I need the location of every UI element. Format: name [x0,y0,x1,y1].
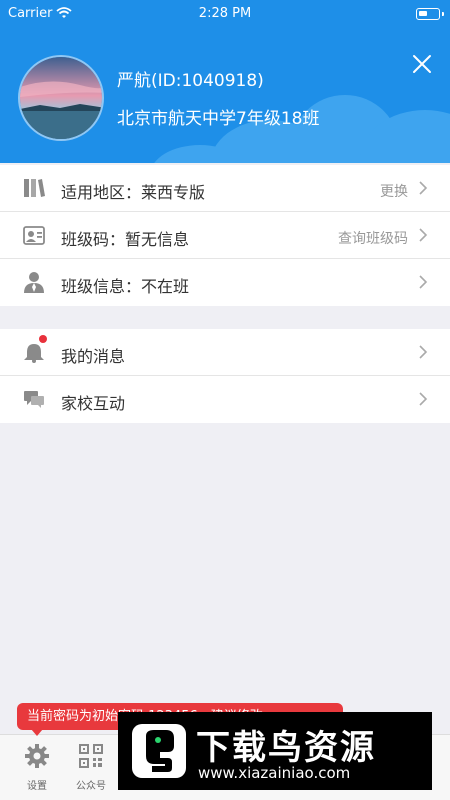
tab-settings-label: 设置 [27,781,47,792]
class-code-row[interactable]: 班级码：暂无信息 查询班级码 [0,212,450,259]
person-icon [24,272,44,293]
tab-settings[interactable]: 设置 [10,735,64,800]
messages-label: 我的消息 [61,347,126,366]
region-row[interactable]: 适用地区：莱西专版 更换 [0,165,450,212]
battery-icon [416,8,444,20]
status-bar: Carrier 2:28 PM [0,0,450,28]
bird-logo-icon [132,724,186,778]
profile-header: Carrier 2:28 PM 严航(ID:1040918) 北京市航天中学7年… [0,0,450,163]
toast-pointer [31,729,43,736]
home-school-label: 家校互动 [61,394,126,413]
tab-official-account-label: 公众号 [76,781,106,792]
watermark-url: www.xiazainiao.com [198,764,351,782]
qrcode-icon [79,744,103,768]
tab-official-account[interactable]: 公众号 [64,735,118,800]
change-region-link[interactable]: 更换 [380,181,408,201]
home-school-row[interactable]: 家校互动 [0,376,450,423]
clock: 2:28 PM [198,6,252,21]
class-info-label: 班级信息：不在班 [61,277,190,296]
chat-icon [24,391,44,408]
settings-group-2: 我的消息 家校互动 [0,329,450,423]
user-school: 北京市航天中学7年级18班 [117,109,320,129]
avatar[interactable] [18,55,104,141]
bell-icon [24,344,44,363]
class-info-row[interactable]: 班级信息：不在班 [0,259,450,306]
card-icon [23,226,45,245]
user-name: 严航(ID:1040918) [117,71,264,91]
chevron-right-icon [419,392,428,406]
class-code-label: 班级码：暂无信息 [61,230,190,249]
settings-group-1: 适用地区：莱西专版 更换 班级码：暂无信息 查询班级码 班级信息：不在班 [0,165,450,306]
watermark-banner: 下载鸟资源 www.xiazainiao.com [118,712,432,790]
region-label: 适用地区：莱西专版 [61,183,206,202]
watermark-title: 下载鸟资源 [196,728,376,768]
book-icon [24,179,45,197]
chevron-right-icon [419,181,428,195]
close-icon[interactable] [412,54,432,74]
chevron-right-icon [419,275,428,289]
chevron-right-icon [419,345,428,359]
unread-badge [39,335,47,343]
messages-row[interactable]: 我的消息 [0,329,450,376]
query-class-code-link[interactable]: 查询班级码 [338,228,408,248]
chevron-right-icon [419,228,428,242]
gear-icon [25,744,49,768]
